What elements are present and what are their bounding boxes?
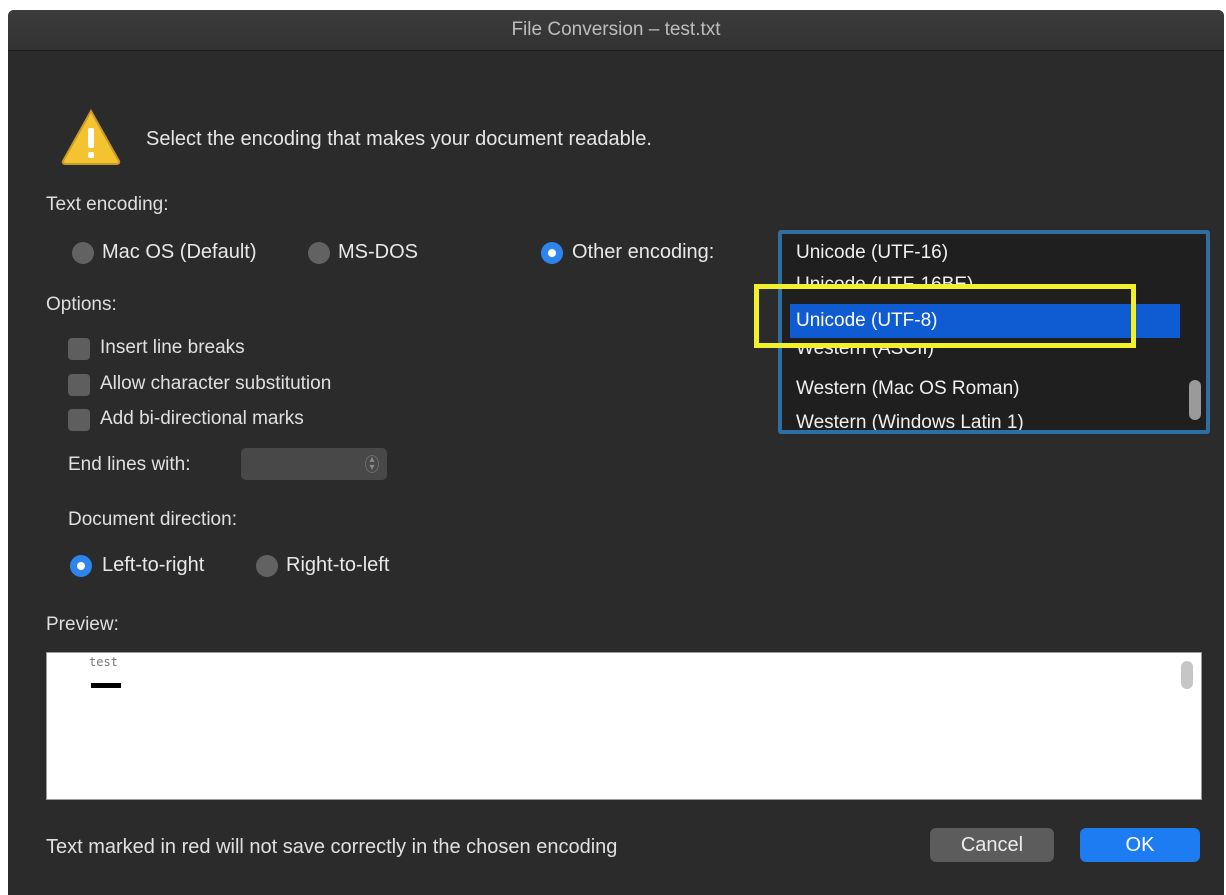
radio-right-to-left-label[interactable]: Right-to-left [286, 554, 389, 577]
preview-label: Preview: [46, 614, 119, 635]
checkbox-add-bidirectional-marks[interactable] [68, 409, 90, 431]
encoding-list-scrollbar[interactable] [1189, 380, 1201, 420]
checkbox-allow-character-substitution-label[interactable]: Allow character substitution [100, 373, 331, 395]
checkbox-insert-line-breaks-label[interactable]: Insert line breaks [100, 337, 245, 359]
radio-mac-os-default[interactable] [72, 242, 94, 264]
text-encoding-label: Text encoding: [46, 194, 169, 215]
encoding-list-item[interactable]: Western (Windows Latin 1) [790, 406, 1180, 430]
radio-ms-dos-label[interactable]: MS-DOS [338, 241, 418, 264]
document-direction-label: Document direction: [68, 509, 237, 530]
checkbox-allow-character-substitution[interactable] [68, 374, 90, 396]
radio-left-to-right[interactable] [70, 555, 92, 577]
window-titlebar[interactable]: File Conversion – test.txt [8, 10, 1224, 51]
ok-button[interactable]: OK [1080, 828, 1200, 862]
radio-other-encoding[interactable] [541, 242, 563, 264]
encoding-warning-note: Text marked in red will not save correct… [46, 836, 618, 858]
file-conversion-dialog: File Conversion – test.txt Select the en… [8, 10, 1224, 895]
radio-right-to-left[interactable] [256, 555, 278, 577]
encoding-list-item[interactable]: Western (Mac OS Roman) [790, 372, 1180, 406]
options-label: Options: [46, 294, 117, 315]
checkbox-insert-line-breaks[interactable] [68, 338, 90, 360]
preview-text: test [89, 655, 118, 669]
yellow-highlight-annotation [754, 284, 1136, 348]
radio-ms-dos[interactable] [308, 242, 330, 264]
warning-icon [61, 108, 121, 165]
preview-pane[interactable]: test [46, 652, 1202, 800]
radio-mac-os-default-label[interactable]: Mac OS (Default) [102, 241, 256, 264]
end-lines-label: End lines with: [68, 454, 191, 475]
radio-left-to-right-label[interactable]: Left-to-right [102, 554, 204, 577]
end-lines-popup[interactable]: ▴ ▾ [241, 448, 387, 480]
text-cursor [91, 683, 121, 688]
encoding-list-item[interactable]: Unicode (UTF-16) [790, 236, 1180, 270]
cancel-button[interactable]: Cancel [930, 828, 1054, 862]
chevron-updown-icon: ▴ ▾ [365, 455, 379, 473]
preview-scrollbar[interactable] [1181, 661, 1193, 689]
instruction-message: Select the encoding that makes your docu… [146, 128, 652, 150]
radio-other-encoding-label[interactable]: Other encoding: [572, 241, 714, 264]
window-title: File Conversion – test.txt [511, 19, 721, 40]
checkbox-add-bidirectional-marks-label[interactable]: Add bi-directional marks [100, 408, 304, 430]
